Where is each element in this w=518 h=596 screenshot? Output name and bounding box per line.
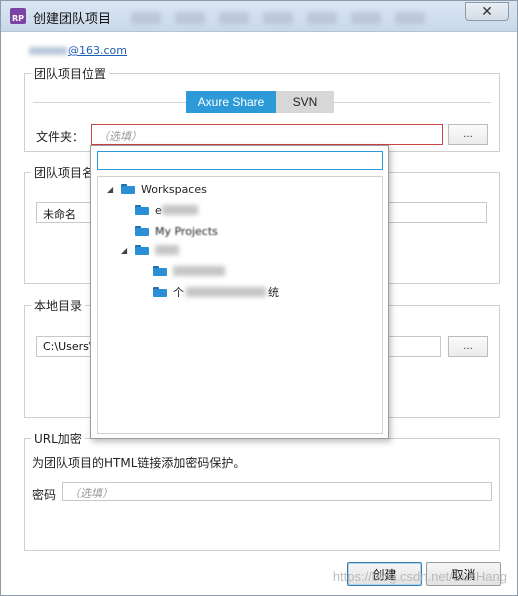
- redacted-name: [155, 245, 179, 255]
- axure-rp-app-icon: RP: [10, 8, 26, 24]
- close-icon: ✕: [481, 3, 493, 20]
- group-legend: 团队项目位置: [31, 65, 110, 82]
- folder-search-input[interactable]: [97, 151, 383, 170]
- group-legend: URL加密: [31, 430, 85, 447]
- local-directory-browse-button[interactable]: ...: [448, 336, 488, 357]
- team-project-location-group: 团队项目位置 Axure Share SVN 文件夹： （选填） ...: [24, 65, 500, 152]
- folder-tree: ◢ Workspaces e My Projects ◢ 个 统: [97, 176, 383, 434]
- tree-node-workspaces[interactable]: ◢ Workspaces: [107, 180, 207, 198]
- tree-node-label-tail: 统: [268, 286, 279, 299]
- close-button[interactable]: ✕: [465, 2, 509, 21]
- redacted-name: [186, 287, 266, 297]
- folder-label: 文件夹：: [36, 130, 85, 144]
- expanded-triangle-icon[interactable]: ◢: [107, 185, 117, 194]
- background-window-blur: [131, 12, 431, 24]
- redacted-name: [173, 266, 225, 276]
- folder-icon: [135, 245, 149, 255]
- password-label: 密码: [32, 488, 57, 502]
- folder-icon: [135, 226, 149, 236]
- create-team-project-dialog: RP 创建团队项目 ✕ @163.com 团队项目位置 Axure Share …: [0, 0, 518, 596]
- redacted-account-name: [29, 47, 67, 55]
- tree-node-label: 个: [173, 286, 184, 299]
- tree-node-label: Workspaces: [141, 182, 207, 196]
- redacted-name: [161, 205, 198, 215]
- folder-browse-button[interactable]: ...: [448, 124, 488, 145]
- tab-svn[interactable]: SVN: [276, 91, 334, 113]
- folder-icon: [121, 184, 135, 194]
- account-link[interactable]: @163.com: [29, 44, 127, 57]
- folder-icon: [153, 266, 167, 276]
- tree-node-1[interactable]: e: [135, 201, 198, 219]
- tree-node-label: My Projects: [155, 224, 218, 238]
- url-encryption-group: URL加密 为团队项目的HTML链接添加密码保护。 密码 （选填）: [24, 430, 500, 551]
- group-legend: 团队项目名: [31, 164, 98, 181]
- title-bar[interactable]: RP 创建团队项目 ✕: [1, 1, 517, 32]
- folder-icon: [135, 205, 149, 215]
- expanded-triangle-icon[interactable]: ◢: [121, 246, 131, 255]
- password-input[interactable]: （选填）: [62, 482, 492, 501]
- folder-dropdown-popup: ◢ Workspaces e My Projects ◢ 个 统: [90, 145, 389, 439]
- folder-select[interactable]: （选填）: [91, 124, 443, 145]
- tab-axure-share[interactable]: Axure Share: [186, 91, 276, 113]
- tree-node-5[interactable]: 个 统: [153, 283, 279, 301]
- account-domain: @163.com: [68, 44, 127, 57]
- tree-node-3[interactable]: ◢: [121, 241, 179, 259]
- window-title: 创建团队项目: [33, 12, 112, 27]
- folder-icon: [153, 287, 167, 297]
- tree-node-label: e: [155, 203, 162, 217]
- tree-node-4[interactable]: [153, 262, 225, 280]
- group-legend: 本地目录: [31, 297, 86, 314]
- watermark: https://blog.csdn.net/SunHang: [332, 569, 507, 584]
- tree-node-my-projects[interactable]: My Projects: [135, 222, 218, 240]
- url-encryption-description: 为团队项目的HTML链接添加密码保护。: [32, 456, 246, 470]
